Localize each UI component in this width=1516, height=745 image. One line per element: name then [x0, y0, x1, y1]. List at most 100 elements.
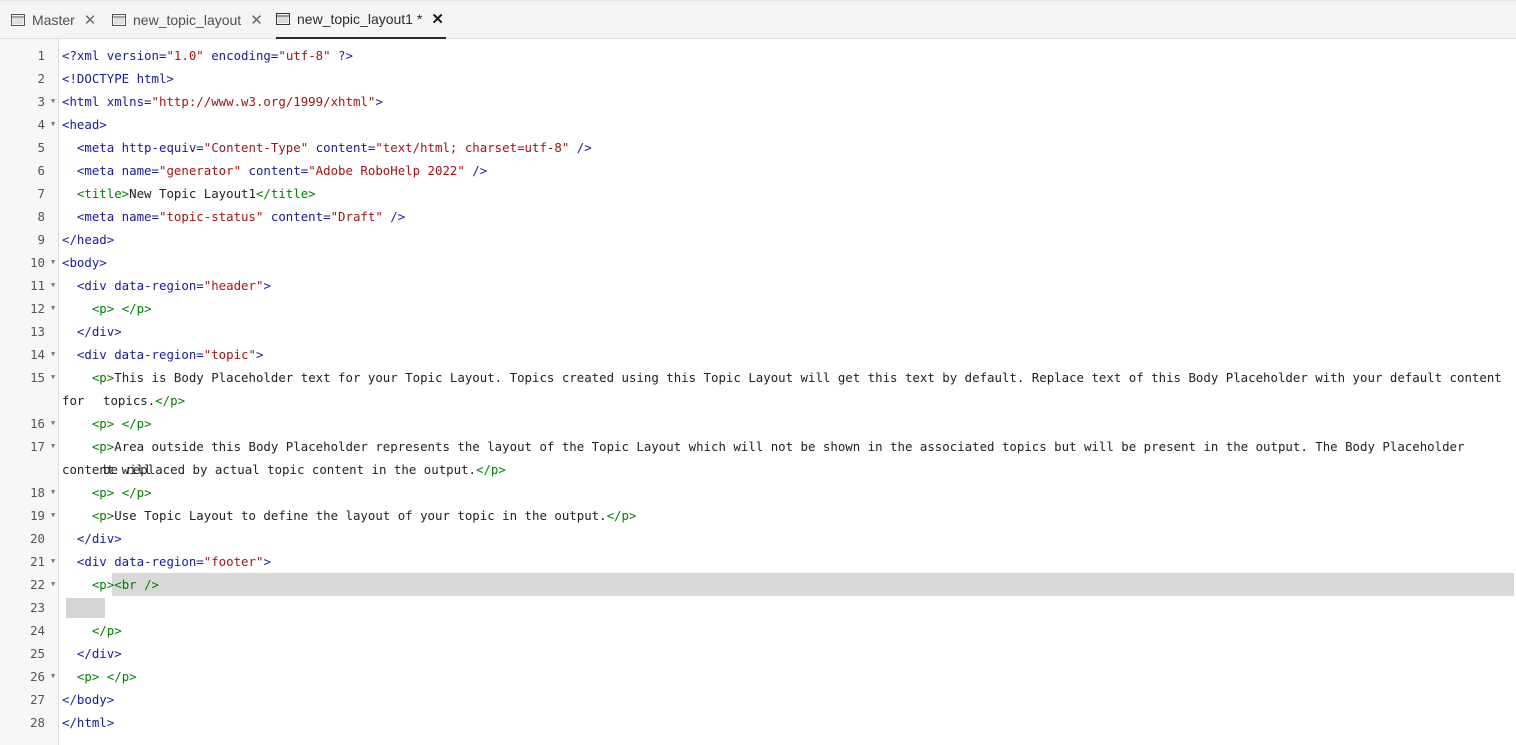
code-line[interactable]: 9 </head>	[0, 228, 1516, 251]
code-line[interactable]: 25 </div>	[0, 642, 1516, 665]
triangle-down-icon[interactable]: ▼	[51, 113, 55, 136]
triangle-down-icon[interactable]: ▼	[51, 481, 55, 504]
code-line[interactable]: 21 ▼ <div data-region="footer">	[0, 550, 1516, 573]
line-number: 8	[37, 209, 45, 224]
code-text: </div>	[76, 324, 122, 339]
line-number: 2	[37, 71, 45, 86]
line-number: 19	[30, 508, 45, 523]
code-line[interactable]: 27 </body>	[0, 688, 1516, 711]
code-line[interactable]: 23	[0, 596, 1516, 619]
triangle-down-icon[interactable]: ▼	[51, 90, 55, 113]
line-number: 28	[30, 715, 45, 730]
triangle-down-icon[interactable]: ▼	[51, 504, 55, 527]
code-text-wrapped: topics.</p>	[103, 393, 186, 408]
code-line[interactable]: 4 ▼ <head>	[0, 113, 1516, 136]
code-text: <p> </p>	[76, 669, 137, 684]
code-line[interactable]: 10 ▼ <body>	[0, 251, 1516, 274]
code-line[interactable]: 8 <meta name="topic-status" content="Dra…	[0, 205, 1516, 228]
code-text: <p> </p>	[91, 416, 152, 431]
code-text-wrapped: be replaced by actual topic content in t…	[103, 462, 506, 477]
code-line[interactable]: 20 </div>	[0, 527, 1516, 550]
tab-master[interactable]: Master ✕	[11, 1, 96, 39]
code-text: </head>	[62, 232, 115, 247]
close-icon[interactable]: ✕	[431, 10, 444, 28]
triangle-down-icon[interactable]: ▼	[51, 573, 55, 596]
line-number: 17	[30, 439, 45, 454]
line-number: 15	[30, 370, 45, 385]
code-text: </body>	[62, 692, 115, 707]
triangle-down-icon[interactable]: ▼	[51, 412, 55, 435]
code-line[interactable]: 5 <meta http-equiv="Content-Type" conten…	[0, 136, 1516, 159]
line-number: 10	[30, 255, 45, 270]
code-line[interactable]: 6 <meta name="generator" content="Adobe …	[0, 159, 1516, 182]
code-line[interactable]: 15 ▼ <p>This is Body Placeholder text for…	[0, 366, 1516, 412]
line-number: 4	[37, 117, 45, 132]
triangle-down-icon[interactable]: ▼	[51, 251, 55, 274]
triangle-down-icon[interactable]: ▼	[51, 297, 55, 320]
code-text: <div data-region="topic">	[76, 347, 264, 362]
code-line[interactable]: 28 </html>	[0, 711, 1516, 734]
code-lines[interactable]: 1 <?xml version="1.0" encoding="utf-8" ?>…	[0, 44, 1516, 734]
line-number: 20	[30, 531, 45, 546]
code-line[interactable]: 2 <!DOCTYPE html>	[0, 67, 1516, 90]
line-number: 7	[37, 186, 45, 201]
code-text: <!DOCTYPE html>	[62, 71, 174, 86]
layout-window-icon	[11, 14, 25, 26]
triangle-down-icon[interactable]: ▼	[51, 274, 55, 297]
triangle-down-icon[interactable]: ▼	[51, 435, 55, 458]
code-line[interactable]: 14 ▼ <div data-region="topic">	[0, 343, 1516, 366]
code-text: <div data-region="header">	[76, 278, 271, 293]
tab-bar: Master ✕ new_topic_layout ✕ new_topic_la…	[0, 0, 1516, 39]
code-line[interactable]: 19 ▼ <p>Use Topic Layout to define the la…	[0, 504, 1516, 527]
line-number: 5	[37, 140, 45, 155]
code-line[interactable]: 12 ▼ <p> </p>	[0, 297, 1516, 320]
tab-new-topic-layout1[interactable]: new_topic_layout1 * ✕	[276, 1, 446, 39]
code-editor[interactable]: 1 <?xml version="1.0" encoding="utf-8" ?>…	[0, 39, 1516, 745]
code-text: <head>	[62, 117, 107, 132]
code-line[interactable]: 24 </p>	[0, 619, 1516, 642]
code-line[interactable]: 13 </div>	[0, 320, 1516, 343]
triangle-down-icon[interactable]: ▼	[51, 550, 55, 573]
code-text: <meta name="generator" content="Adobe Ro…	[76, 163, 488, 178]
code-line[interactable]: 26 ▼ <p> </p>	[0, 665, 1516, 688]
line-number: 6	[37, 163, 45, 178]
code-line[interactable]: 7 <title>New Topic Layout1</title>	[0, 182, 1516, 205]
code-line[interactable]: 1 <?xml version="1.0" encoding="utf-8" ?>	[0, 44, 1516, 67]
code-line[interactable]: 16 ▼ <p> </p>	[0, 412, 1516, 435]
line-number: 26	[30, 669, 45, 684]
line-number: 1	[37, 48, 45, 63]
code-line[interactable]: 11 ▼ <div data-region="header">	[0, 274, 1516, 297]
tab-new-topic-layout[interactable]: new_topic_layout ✕	[112, 1, 263, 39]
code-text: <body>	[62, 255, 107, 270]
tab-label: new_topic_layout1 *	[297, 11, 423, 27]
code-text: <title>New Topic Layout1</title>	[76, 186, 316, 201]
code-text: <div data-region="footer">	[76, 554, 271, 569]
close-icon[interactable]: ✕	[250, 11, 263, 29]
line-number: 16	[30, 416, 45, 431]
triangle-down-icon[interactable]: ▼	[51, 366, 55, 389]
code-text: </div>	[76, 531, 122, 546]
line-number: 3	[37, 94, 45, 109]
code-text: </p>	[91, 623, 122, 638]
code-text: <meta name="topic-status" content="Draft…	[76, 209, 406, 224]
code-text: <?xml version="1.0" encoding="utf-8" ?>	[62, 48, 353, 63]
line-number: 21	[30, 554, 45, 569]
line-number: 14	[30, 347, 45, 362]
triangle-down-icon[interactable]: ▼	[51, 665, 55, 688]
code-line[interactable]: 18 ▼ <p> </p>	[0, 481, 1516, 504]
line-number: 22	[30, 577, 45, 592]
close-icon[interactable]: ✕	[84, 11, 97, 29]
tab-label: Master	[32, 12, 75, 28]
layout-window-icon	[276, 13, 290, 25]
triangle-down-icon[interactable]: ▼	[51, 343, 55, 366]
line-number: 23	[30, 600, 45, 615]
code-text: <p>Use Topic Layout to define the layout…	[91, 508, 637, 523]
line-number: 9	[37, 232, 45, 247]
code-text: <p> </p>	[91, 485, 152, 500]
code-line[interactable]: 3 ▼ <html xmlns="http://www.w3.org/1999/xh…	[0, 90, 1516, 113]
code-line[interactable]: 22 ▼ <p><br />	[0, 573, 1516, 596]
line-number: 24	[30, 623, 45, 638]
tab-label: new_topic_layout	[133, 12, 242, 28]
code-line[interactable]: 17 ▼ <p>Area outside this Body Placeholde…	[0, 435, 1516, 481]
line-number: 18	[30, 485, 45, 500]
